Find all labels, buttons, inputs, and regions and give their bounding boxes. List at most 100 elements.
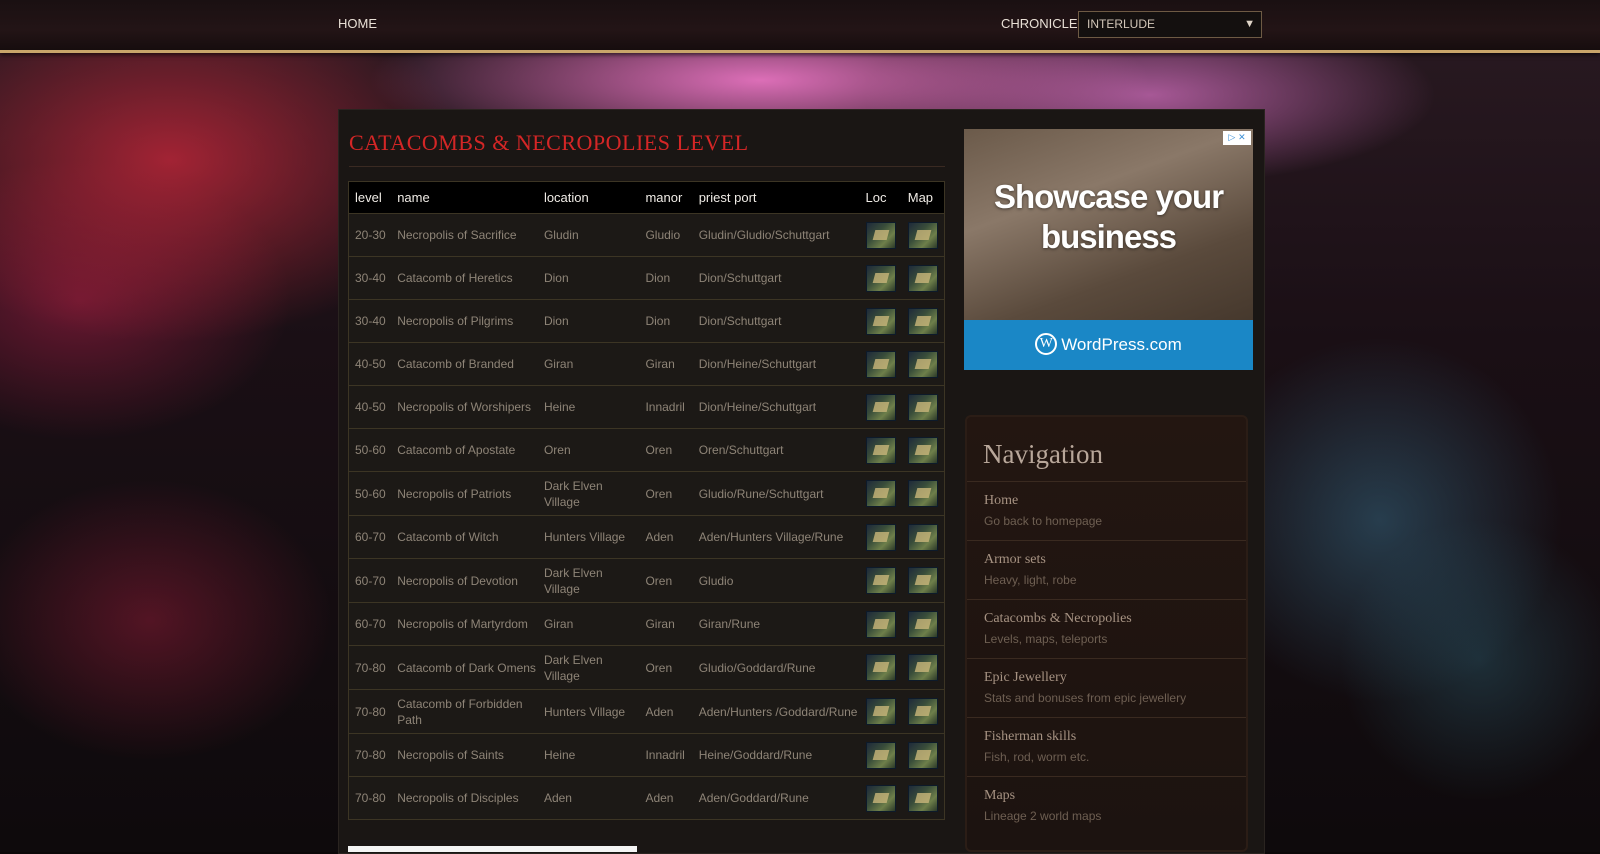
cell-map bbox=[901, 342, 945, 386]
chronicle-select[interactable]: INTERLUDE ▼ bbox=[1078, 11, 1262, 38]
nav-item[interactable]: Epic Jewellery Stats and bonuses from epi… bbox=[967, 658, 1246, 717]
table-row: 60-70 Necropolis of Martyrdom Giran Giran Gi… bbox=[348, 602, 945, 646]
cell-level: 70-80 bbox=[348, 776, 392, 820]
cell-loc bbox=[859, 689, 902, 734]
cell-loc bbox=[859, 342, 902, 386]
cell-manor: Dion bbox=[639, 299, 693, 343]
cell-level: 40-50 bbox=[348, 342, 392, 386]
world-map-icon[interactable] bbox=[907, 393, 938, 421]
adchoices-icon[interactable]: ▷ ✕ bbox=[1223, 131, 1251, 145]
cell-loc bbox=[859, 776, 902, 820]
loc-map-icon[interactable] bbox=[865, 350, 896, 378]
nav-item-subtitle: Fish, rod, worm etc. bbox=[984, 750, 1090, 764]
cell-manor: Innadril bbox=[639, 733, 693, 777]
world-map-icon[interactable] bbox=[907, 221, 938, 249]
cell-loc bbox=[859, 471, 902, 516]
world-map-icon[interactable] bbox=[907, 350, 938, 378]
loc-map-icon[interactable] bbox=[865, 436, 896, 464]
header-manor: manor bbox=[639, 181, 693, 214]
cell-map bbox=[901, 213, 945, 257]
cell-manor: Gludio bbox=[639, 213, 693, 257]
chevron-down-icon: ▼ bbox=[1244, 18, 1255, 30]
ad-brand-bar[interactable]: W WordPress.com bbox=[964, 320, 1253, 370]
wordpress-logo-icon: W bbox=[1035, 333, 1058, 356]
cell-map bbox=[901, 645, 945, 690]
cell-level: 60-70 bbox=[348, 602, 392, 646]
cell-manor: Dion bbox=[639, 256, 693, 300]
advertisement[interactable]: ▷ ✕ Showcase your business W WordPress.co… bbox=[964, 129, 1253, 370]
cell-priest-port: Dion/Schuttgart bbox=[692, 256, 860, 300]
cell-name: Necropolis of Saints bbox=[391, 733, 538, 777]
loc-map-icon[interactable] bbox=[865, 567, 896, 594]
cell-name: Catacomb of Branded bbox=[391, 342, 538, 386]
nav-item-title[interactable]: Epic Jewellery bbox=[984, 670, 1067, 686]
home-link[interactable]: HOME bbox=[338, 16, 377, 31]
nav-item-subtitle: Heavy, light, robe bbox=[984, 573, 1077, 587]
nav-item-title[interactable]: Fisherman skills bbox=[984, 729, 1076, 745]
cell-map bbox=[901, 299, 945, 343]
nav-item[interactable]: Home Go back to homepage bbox=[967, 481, 1246, 540]
cell-manor: Aden bbox=[639, 689, 693, 734]
cell-level: 70-80 bbox=[348, 733, 392, 777]
world-map-icon[interactable] bbox=[907, 698, 938, 725]
table-row: 70-80 Necropolis of Saints Heine Innadril He… bbox=[348, 733, 945, 777]
cell-priest-port: Giran/Rune bbox=[692, 602, 860, 646]
nav-item-title[interactable]: Armor sets bbox=[984, 552, 1046, 568]
cell-location: Dion bbox=[537, 256, 640, 300]
table-row: 30-40 Necropolis of Pilgrims Dion Dion Dion/… bbox=[348, 299, 945, 343]
nav-item[interactable]: Catacombs & Necropolies Levels, maps, tel… bbox=[967, 599, 1246, 658]
world-map-icon[interactable] bbox=[907, 741, 938, 769]
cell-map bbox=[901, 515, 945, 559]
cell-manor: Aden bbox=[639, 515, 693, 559]
loc-map-icon[interactable] bbox=[865, 221, 896, 249]
cell-loc bbox=[859, 558, 902, 603]
table-row: 60-70 Necropolis of Devotion Dark Elven Vi… bbox=[348, 558, 945, 603]
cell-loc bbox=[859, 602, 902, 646]
loc-map-icon[interactable] bbox=[865, 393, 896, 421]
nav-item-subtitle: Go back to homepage bbox=[984, 514, 1103, 528]
header-priest-port: priest port bbox=[692, 181, 860, 214]
world-map-icon[interactable] bbox=[907, 307, 938, 335]
loc-map-icon[interactable] bbox=[865, 307, 896, 335]
table-row: 70-80 Catacomb of Forbidden Path Hunters V… bbox=[348, 689, 945, 734]
world-map-icon[interactable] bbox=[907, 436, 938, 464]
loc-map-icon[interactable] bbox=[865, 654, 896, 681]
cell-name: Catacomb of Witch bbox=[391, 515, 538, 559]
cell-priest-port: Aden/Goddard/Rune bbox=[692, 776, 860, 820]
page-title: CATACOMBS & NECROPOLIES LEVEL bbox=[349, 130, 749, 155]
loc-map-icon[interactable] bbox=[865, 698, 896, 725]
loc-map-icon[interactable] bbox=[865, 523, 896, 551]
world-map-icon[interactable] bbox=[907, 480, 938, 507]
world-map-icon[interactable] bbox=[907, 784, 938, 812]
nav-item[interactable]: Maps Lineage 2 world maps bbox=[967, 776, 1246, 835]
loc-map-icon[interactable] bbox=[865, 480, 896, 507]
header-name: name bbox=[391, 181, 538, 214]
nav-item[interactable]: Armor sets Heavy, light, robe bbox=[967, 540, 1246, 599]
loc-map-icon[interactable] bbox=[865, 610, 896, 638]
cell-level: 50-60 bbox=[348, 471, 392, 516]
world-map-icon[interactable] bbox=[907, 264, 938, 292]
cell-manor: Oren bbox=[639, 558, 693, 603]
navigation-title: Navigation bbox=[983, 439, 1103, 469]
cell-location: Hunters Village bbox=[537, 689, 640, 734]
nav-item[interactable]: Fisherman skills Fish, rod, worm etc. bbox=[967, 717, 1246, 776]
loc-map-icon[interactable] bbox=[865, 784, 896, 812]
cell-level: 70-80 bbox=[348, 645, 392, 690]
nav-item-title[interactable]: Home bbox=[984, 493, 1018, 509]
chronicle-selected-value: INTERLUDE bbox=[1087, 17, 1156, 31]
cell-location: Dark Elven Village bbox=[537, 645, 640, 690]
cell-location: Heine bbox=[537, 385, 640, 429]
cell-location: Dion bbox=[537, 299, 640, 343]
world-map-icon[interactable] bbox=[907, 523, 938, 551]
cell-priest-port: Dion/Schuttgart bbox=[692, 299, 860, 343]
world-map-icon[interactable] bbox=[907, 610, 938, 638]
world-map-icon[interactable] bbox=[907, 654, 938, 681]
nav-item-title[interactable]: Catacombs & Necropolies bbox=[984, 611, 1132, 627]
cell-name: Catacomb of Apostate bbox=[391, 428, 538, 472]
cell-map bbox=[901, 689, 945, 734]
loc-map-icon[interactable] bbox=[865, 741, 896, 769]
world-map-icon[interactable] bbox=[907, 567, 938, 594]
nav-item-title[interactable]: Maps bbox=[984, 788, 1015, 804]
cell-priest-port: Gludin/Gludio/Schuttgart bbox=[692, 213, 860, 257]
loc-map-icon[interactable] bbox=[865, 264, 896, 292]
